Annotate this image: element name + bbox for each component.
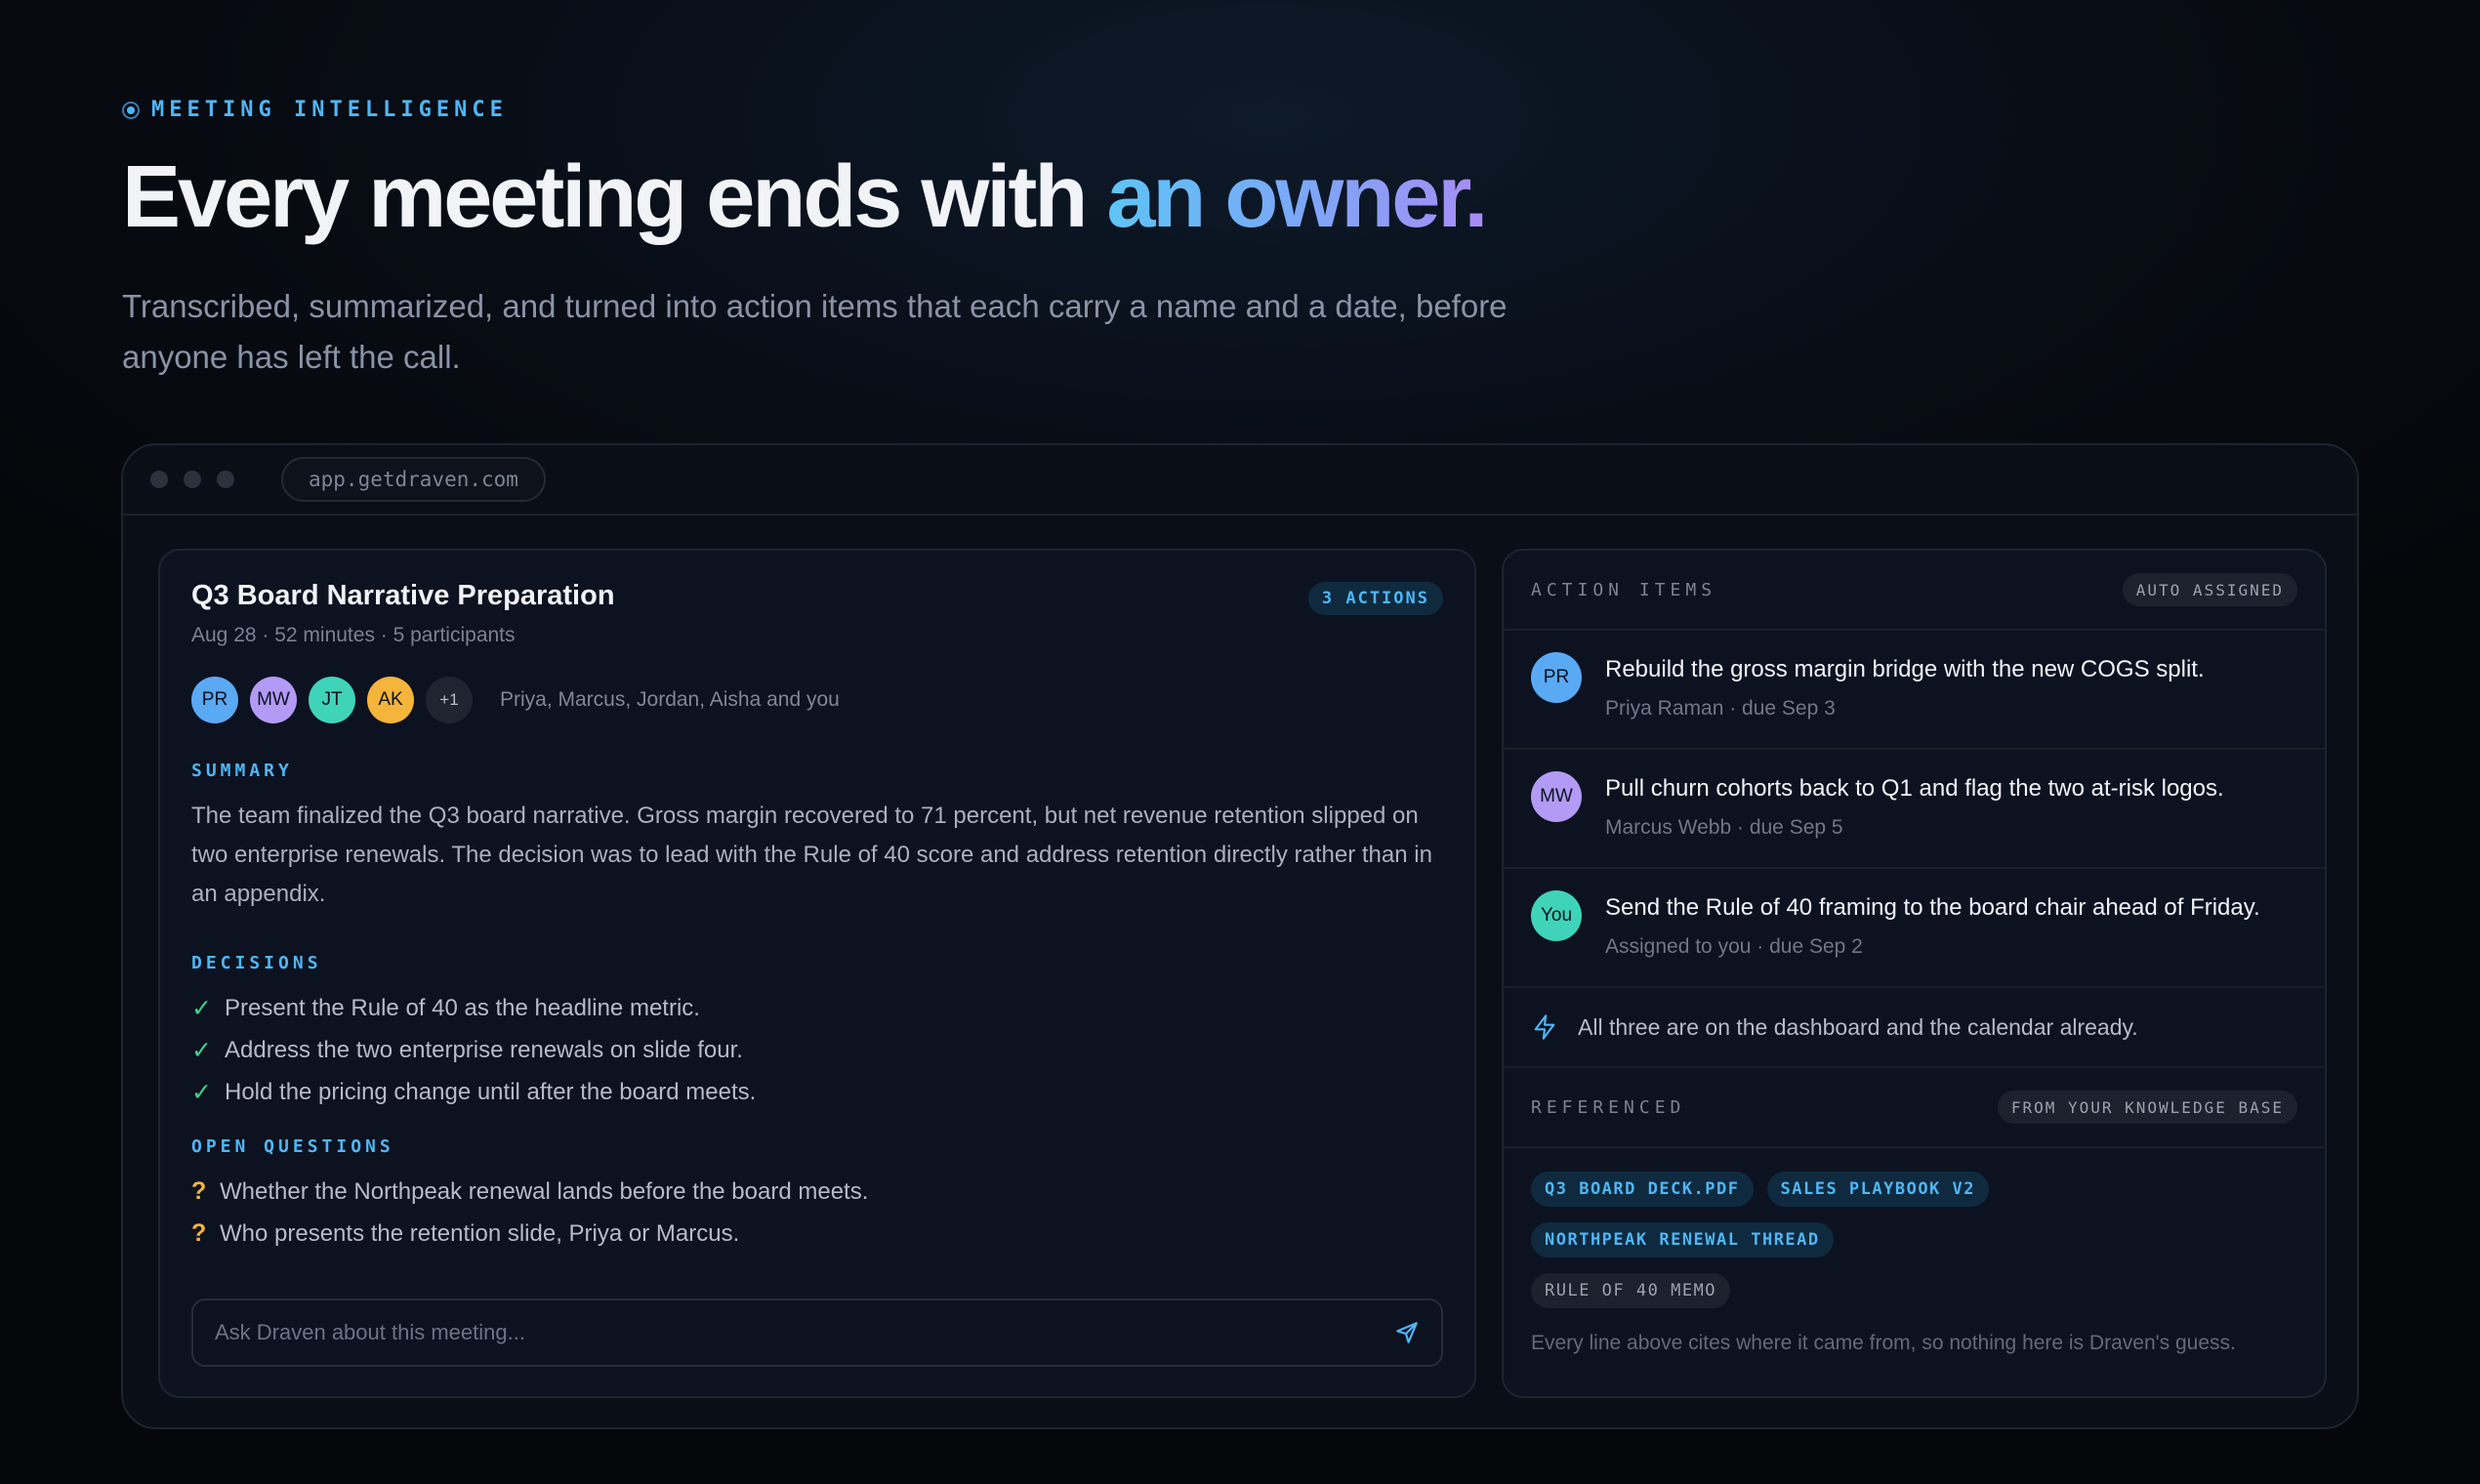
source-tag[interactable]: NORTHPEAK RENEWAL THREAD <box>1531 1222 1834 1257</box>
decision-text: Hold the pricing change until after the … <box>225 1078 757 1105</box>
avatar: MW <box>1531 771 1582 822</box>
browser-window: app.getdraven.com Q3 Board Narrative Pre… <box>121 443 2359 1429</box>
eyebrow: MEETING INTELLIGENCE <box>122 98 2368 122</box>
list-item: ? Who presents the retention slide, Priya… <box>191 1213 1443 1255</box>
meeting-title: Q3 Board Narrative Preparation <box>191 580 615 611</box>
sync-note-text: All three are on the dashboard and the c… <box>1578 1013 2138 1040</box>
headline-main: Every meeting ends with <box>122 148 1107 246</box>
avatar: You <box>1531 890 1582 941</box>
lightning-icon <box>1534 1014 1555 1040</box>
decision-text: Address the two enterprise renewals on s… <box>225 1036 743 1063</box>
decision-text: Present the Rule of 40 as the headline m… <box>225 994 700 1021</box>
decisions-list: ✓ Present the Rule of 40 as the headline … <box>191 987 1443 1113</box>
decisions-heading: DECISIONS <box>191 953 322 973</box>
eyebrow-dot-icon <box>122 101 140 119</box>
questions-list: ? Whether the Northpeak renewal lands bef… <box>191 1171 1443 1255</box>
list-item: ? Whether the Northpeak renewal lands bef… <box>191 1171 1443 1213</box>
url-bar[interactable]: app.getdraven.com <box>281 457 546 502</box>
sync-note: All three are on the dashboard and the c… <box>1504 988 2325 1068</box>
action-item-owner: Priya Raman · due Sep 3 <box>1605 697 1836 720</box>
avatar[interactable]: PR <box>191 677 238 723</box>
window-minimize-dot-icon[interactable] <box>184 471 201 488</box>
check-icon: ✓ <box>191 1036 212 1064</box>
actions-count-badge[interactable]: 3 ACTIONS <box>1307 582 1443 615</box>
check-icon: ✓ <box>191 1078 212 1106</box>
question-text: Whether the Northpeak renewal lands befo… <box>220 1177 869 1205</box>
referenced-tags: Q3 BOARD DECK.PDF SALES PLAYBOOK V2 NORT… <box>1504 1148 2050 1308</box>
participant-names: Priya, Marcus, Jordan, Aisha and you <box>500 688 840 711</box>
meeting-panel: Q3 Board Narrative Preparation 3 ACTIONS… <box>158 549 1476 1398</box>
knowledge-base-badge: FROM YOUR KNOWLEDGE BASE <box>1997 1091 2297 1124</box>
ask-placeholder: Ask Draven about this meeting... <box>215 1320 525 1344</box>
action-items-header: ACTION ITEMS AUTO ASSIGNED <box>1504 551 2325 631</box>
action-item-title: Rebuild the gross margin bridge with the… <box>1605 656 2205 682</box>
window-close-dot-icon[interactable] <box>150 471 168 488</box>
window-maximize-dot-icon[interactable] <box>217 471 234 488</box>
avatar: PR <box>1531 652 1582 703</box>
action-item-owner: Marcus Webb · due Sep 5 <box>1605 816 1843 839</box>
action-item[interactable]: MW Pull churn cohorts back to Q1 and fla… <box>1504 750 2325 869</box>
auto-assigned-badge: AUTO ASSIGNED <box>2122 573 2297 606</box>
source-tag[interactable]: SALES PLAYBOOK V2 <box>1766 1172 1989 1207</box>
summary-text: The team finalized the Q3 board narrativ… <box>191 803 1432 907</box>
headline-accent: an owner. <box>1106 148 1488 246</box>
send-icon[interactable] <box>1394 1320 1420 1345</box>
list-item: ✓ Address the two enterprise renewals on … <box>191 1029 1443 1071</box>
browser-titlebar: app.getdraven.com <box>123 445 2357 515</box>
referenced-heading: REFERENCED <box>1531 1096 1686 1118</box>
eyebrow-label: MEETING INTELLIGENCE <box>151 98 508 122</box>
action-item[interactable]: You Send the Rule of 40 framing to the b… <box>1504 869 2325 988</box>
participant-avatars: PR MW JT AK +1 Priya, Marcus, Jordan, Ai… <box>191 677 1443 723</box>
source-tag[interactable]: Q3 BOARD DECK.PDF <box>1531 1172 1754 1207</box>
citation-note: Every line above cites where it came fro… <box>1531 1332 2236 1354</box>
list-item: ✓ Present the Rule of 40 as the headline … <box>191 987 1443 1029</box>
question-text: Who presents the retention slide, Priya … <box>220 1219 740 1247</box>
avatar[interactable]: JT <box>309 677 355 723</box>
question-mark-icon: ? <box>191 1219 207 1247</box>
action-item-title: Pull churn cohorts back to Q1 and flag t… <box>1605 775 2224 802</box>
avatar[interactable]: MW <box>250 677 297 723</box>
hero: MEETING INTELLIGENCE Every meeting ends … <box>122 98 2368 383</box>
action-item[interactable]: PR Rebuild the gross margin bridge with … <box>1504 631 2325 750</box>
check-icon: ✓ <box>191 994 212 1022</box>
action-items-panel: ACTION ITEMS AUTO ASSIGNED PR Rebuild th… <box>1502 549 2327 1398</box>
ask-input[interactable]: Ask Draven about this meeting... <box>191 1298 1443 1367</box>
action-items-heading: ACTION ITEMS <box>1531 579 1717 600</box>
action-item-owner: Assigned to you · due Sep 2 <box>1605 935 1863 958</box>
summary-heading: SUMMARY <box>191 761 293 781</box>
action-item-title: Send the Rule of 40 framing to the board… <box>1605 894 2260 921</box>
meeting-meta: Aug 28 · 52 minutes · 5 participants <box>191 624 516 646</box>
hero-subtitle: Transcribed, summarized, and turned into… <box>122 287 1508 375</box>
list-item: ✓ Hold the pricing change until after the… <box>191 1071 1443 1113</box>
headline: Every meeting ends with an owner. <box>122 151 2368 244</box>
referenced-header: REFERENCED FROM YOUR KNOWLEDGE BASE <box>1504 1068 2325 1148</box>
open-questions-heading: OPEN QUESTIONS <box>191 1136 394 1157</box>
source-tag[interactable]: RULE OF 40 MEMO <box>1531 1273 1731 1308</box>
avatar-more[interactable]: +1 <box>426 677 473 723</box>
avatar[interactable]: AK <box>367 677 414 723</box>
question-mark-icon: ? <box>191 1177 207 1205</box>
